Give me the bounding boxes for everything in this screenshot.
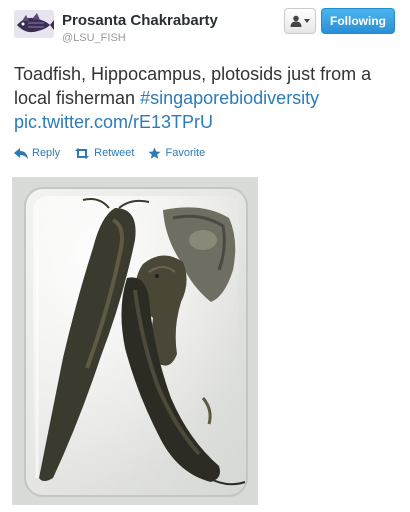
reply-button[interactable]: Reply [14, 147, 60, 159]
hashtag-link[interactable]: #singaporebiodiversity [140, 88, 319, 108]
following-button[interactable]: Following [321, 8, 395, 34]
pic-link[interactable]: pic.twitter.com/rE13TPrU [14, 112, 213, 132]
avatar[interactable] [14, 10, 54, 38]
tweet-actions: Reply Retweet Favorite [14, 144, 205, 162]
tweet-header: Prosanta Chakrabarty @LSU_FISH Following [0, 0, 410, 52]
reply-icon [14, 147, 28, 159]
user-handle[interactable]: @LSU_FISH [62, 32, 126, 44]
reply-label: Reply [32, 147, 61, 159]
display-name[interactable]: Prosanta Chakrabarty [62, 12, 218, 29]
tweet-text: Toadfish, Hippocampus, plotosids just fr… [14, 62, 402, 134]
retweet-label: Retweet [94, 147, 135, 159]
retweet-icon [75, 147, 90, 159]
user-actions-button[interactable] [284, 8, 316, 34]
favorite-button[interactable]: Favorite [148, 147, 205, 160]
caret-down-icon [304, 19, 310, 23]
retweet-button[interactable]: Retweet [74, 147, 134, 159]
favorite-label: Favorite [165, 147, 206, 159]
star-icon [149, 147, 161, 159]
user-icon [290, 15, 302, 27]
tweet-photo[interactable] [12, 177, 258, 505]
